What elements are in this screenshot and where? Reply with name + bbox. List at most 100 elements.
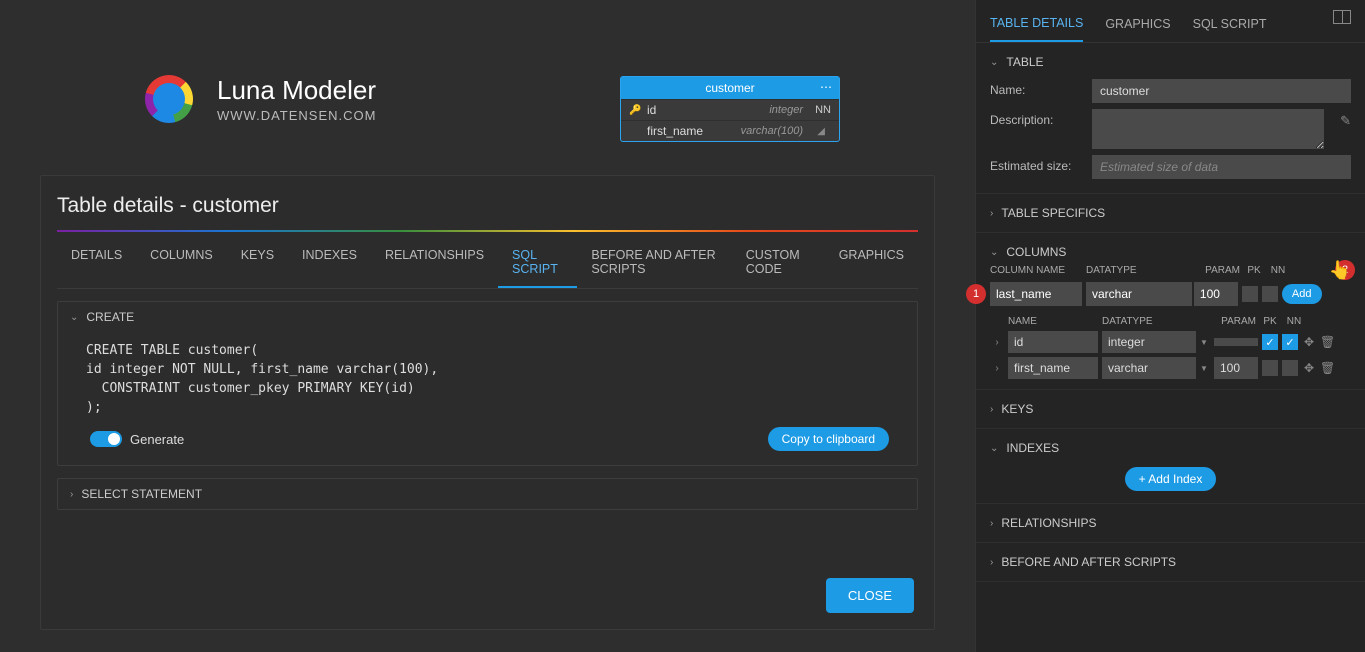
table-name-input[interactable] xyxy=(1092,79,1351,103)
col-nn-checkbox[interactable] xyxy=(1282,360,1298,376)
tab-sql-script[interactable]: SQL SCRIPT xyxy=(498,238,577,288)
new-column-type-select[interactable] xyxy=(1086,282,1192,306)
section-columns-label: COLUMNS xyxy=(1006,245,1066,259)
pk-key-icon: 🔑 xyxy=(629,105,647,116)
diagram-table-header[interactable]: customer ⋯ xyxy=(621,77,839,99)
create-header[interactable]: ⌄ CREATE xyxy=(58,302,917,332)
new-column-param-input[interactable] xyxy=(1194,282,1238,306)
chevron-right-icon: › xyxy=(70,489,73,500)
new-column-name-input[interactable] xyxy=(990,282,1082,306)
tab-columns[interactable]: COLUMNS xyxy=(136,238,227,288)
brand-block: Luna Modeler WWW.DATENSEN.COM xyxy=(145,75,376,123)
create-label: CREATE xyxy=(86,310,134,324)
add-column-button[interactable]: Add xyxy=(1282,284,1322,304)
tab-custom-code[interactable]: CUSTOM CODE xyxy=(732,238,825,288)
section-columns-header[interactable]: ⌄ COLUMNS xyxy=(990,241,1351,263)
diagram-resize-icon[interactable]: ◢ xyxy=(809,126,831,137)
expand-row-icon[interactable]: › xyxy=(990,363,1004,374)
diagram-row[interactable]: 🔑 id integer NN xyxy=(621,99,839,120)
diagram-row[interactable]: first_name varchar(100) ◢ xyxy=(621,120,839,141)
add-index-button[interactable]: + Add Index xyxy=(1125,467,1217,491)
section-table-label: TABLE xyxy=(1006,55,1043,69)
estimated-size-label: Estimated size: xyxy=(990,155,1080,173)
panel-tabs: DETAILS COLUMNS KEYS INDEXES RELATIONSHI… xyxy=(57,238,918,289)
expand-row-icon[interactable]: › xyxy=(990,337,1004,348)
brand-subtitle: WWW.DATENSEN.COM xyxy=(217,108,376,123)
close-button[interactable]: CLOSE xyxy=(826,578,914,613)
name-label: Name: xyxy=(990,79,1080,97)
column-row: › first_name varchar ▼ 100 ✥ 🗑 xyxy=(990,355,1351,381)
new-column-pk-checkbox[interactable] xyxy=(1242,286,1258,302)
section-specifics-header[interactable]: › TABLE SPECIFICS xyxy=(990,202,1351,224)
sb-tab-graphics[interactable]: GRAPHICS xyxy=(1105,7,1170,41)
sb-tab-sql-script[interactable]: SQL SCRIPT xyxy=(1193,7,1267,41)
sb-tab-table-details[interactable]: TABLE DETAILS xyxy=(990,6,1083,42)
chevron-down-icon: ⌄ xyxy=(990,443,998,454)
chevron-right-icon: › xyxy=(990,557,993,568)
estimated-size-input[interactable] xyxy=(1092,155,1351,179)
diagram-table[interactable]: customer ⋯ 🔑 id integer NN first_name va… xyxy=(620,76,840,142)
diagram-col-name: id xyxy=(647,103,769,117)
layout-toggle-icon[interactable] xyxy=(1333,10,1351,24)
chevron-down-icon: ⌄ xyxy=(990,57,998,68)
callout-badge-2: 2 xyxy=(1335,260,1355,280)
select-header[interactable]: › SELECT STATEMENT xyxy=(58,479,917,509)
diagram-col-nn: NN xyxy=(809,104,831,116)
section-relationships-header[interactable]: › RELATIONSHIPS xyxy=(990,512,1351,534)
drag-handle-icon[interactable]: ✥ xyxy=(1302,361,1316,375)
right-sidebar: TABLE DETAILS GRAPHICS SQL SCRIPT ⌄ TABL… xyxy=(975,0,1365,652)
brand-title: Luna Modeler xyxy=(217,75,376,106)
diagram-col-name: first_name xyxy=(647,124,741,138)
col-name[interactable]: id xyxy=(1008,331,1098,353)
tab-details[interactable]: DETAILS xyxy=(57,238,136,288)
col-pk-checkbox[interactable]: ✓ xyxy=(1262,334,1278,350)
col-param[interactable]: 100 xyxy=(1214,357,1258,379)
new-column-row: 1 ▼ Add 2 xyxy=(990,282,1351,306)
col-pk-checkbox[interactable] xyxy=(1262,360,1278,376)
sql-code-block: CREATE TABLE customer( id integer NOT NU… xyxy=(86,342,899,417)
section-indexes-label: INDEXES xyxy=(1006,441,1059,455)
panel-title: Table details - customer xyxy=(57,194,918,218)
section-table-header[interactable]: ⌄ TABLE xyxy=(990,51,1351,73)
col-name[interactable]: first_name xyxy=(1008,357,1098,379)
tab-graphics[interactable]: GRAPHICS xyxy=(825,238,918,288)
generate-label: Generate xyxy=(130,432,184,447)
new-column-nn-checkbox[interactable] xyxy=(1262,286,1278,302)
chevron-right-icon: › xyxy=(990,208,993,219)
chevron-right-icon: › xyxy=(990,404,993,415)
col-type[interactable]: integer xyxy=(1102,331,1196,353)
col-type[interactable]: varchar xyxy=(1102,357,1196,379)
description-textarea[interactable] xyxy=(1092,109,1324,149)
section-keys-header[interactable]: › KEYS xyxy=(990,398,1351,420)
logo-icon xyxy=(140,70,199,129)
drag-handle-icon[interactable]: ✥ xyxy=(1302,335,1316,349)
chevron-down-icon: ⌄ xyxy=(70,312,78,323)
col-nn-checkbox[interactable]: ✓ xyxy=(1282,334,1298,350)
create-section: ⌄ CREATE CREATE TABLE customer( id integ… xyxy=(57,301,918,466)
generate-toggle[interactable] xyxy=(90,431,122,447)
column-row: › id integer ▼ ✓ ✓ ✥ 🗑 xyxy=(990,329,1351,355)
col-param[interactable] xyxy=(1214,338,1258,346)
diagram-table-name: customer xyxy=(705,81,754,95)
new-column-headers: COLUMN NAME DATATYPE PARAM PK NN xyxy=(990,263,1351,278)
sidebar-tabs: TABLE DETAILS GRAPHICS SQL SCRIPT xyxy=(976,0,1365,43)
tab-keys[interactable]: KEYS xyxy=(227,238,288,288)
delete-icon[interactable]: 🗑 xyxy=(1320,335,1334,349)
tab-before-after[interactable]: BEFORE AND AFTER SCRIPTS xyxy=(577,238,731,288)
tab-relationships[interactable]: RELATIONSHIPS xyxy=(371,238,498,288)
section-before-after-header[interactable]: › BEFORE AND AFTER SCRIPTS xyxy=(990,551,1351,573)
description-label: Description: xyxy=(990,109,1080,127)
dropdown-caret-icon: ▼ xyxy=(1200,338,1210,347)
section-indexes-header[interactable]: ⌄ INDEXES xyxy=(990,437,1351,459)
copy-to-clipboard-button[interactable]: Copy to clipboard xyxy=(768,427,889,451)
chevron-right-icon: › xyxy=(990,518,993,529)
table-details-panel: Table details - customer DETAILS COLUMNS… xyxy=(40,175,935,630)
diagram-table-menu-icon[interactable]: ⋯ xyxy=(820,80,833,94)
edit-icon[interactable]: ✎ xyxy=(1340,109,1351,129)
section-relationships-label: RELATIONSHIPS xyxy=(1001,516,1096,530)
tab-indexes[interactable]: INDEXES xyxy=(288,238,371,288)
delete-icon[interactable]: 🗑 xyxy=(1320,361,1334,375)
column-list-headers: NAME DATATYPE PARAM PK NN xyxy=(990,310,1351,329)
callout-badge-1: 1 xyxy=(966,284,986,304)
dropdown-caret-icon: ▼ xyxy=(1200,364,1210,373)
